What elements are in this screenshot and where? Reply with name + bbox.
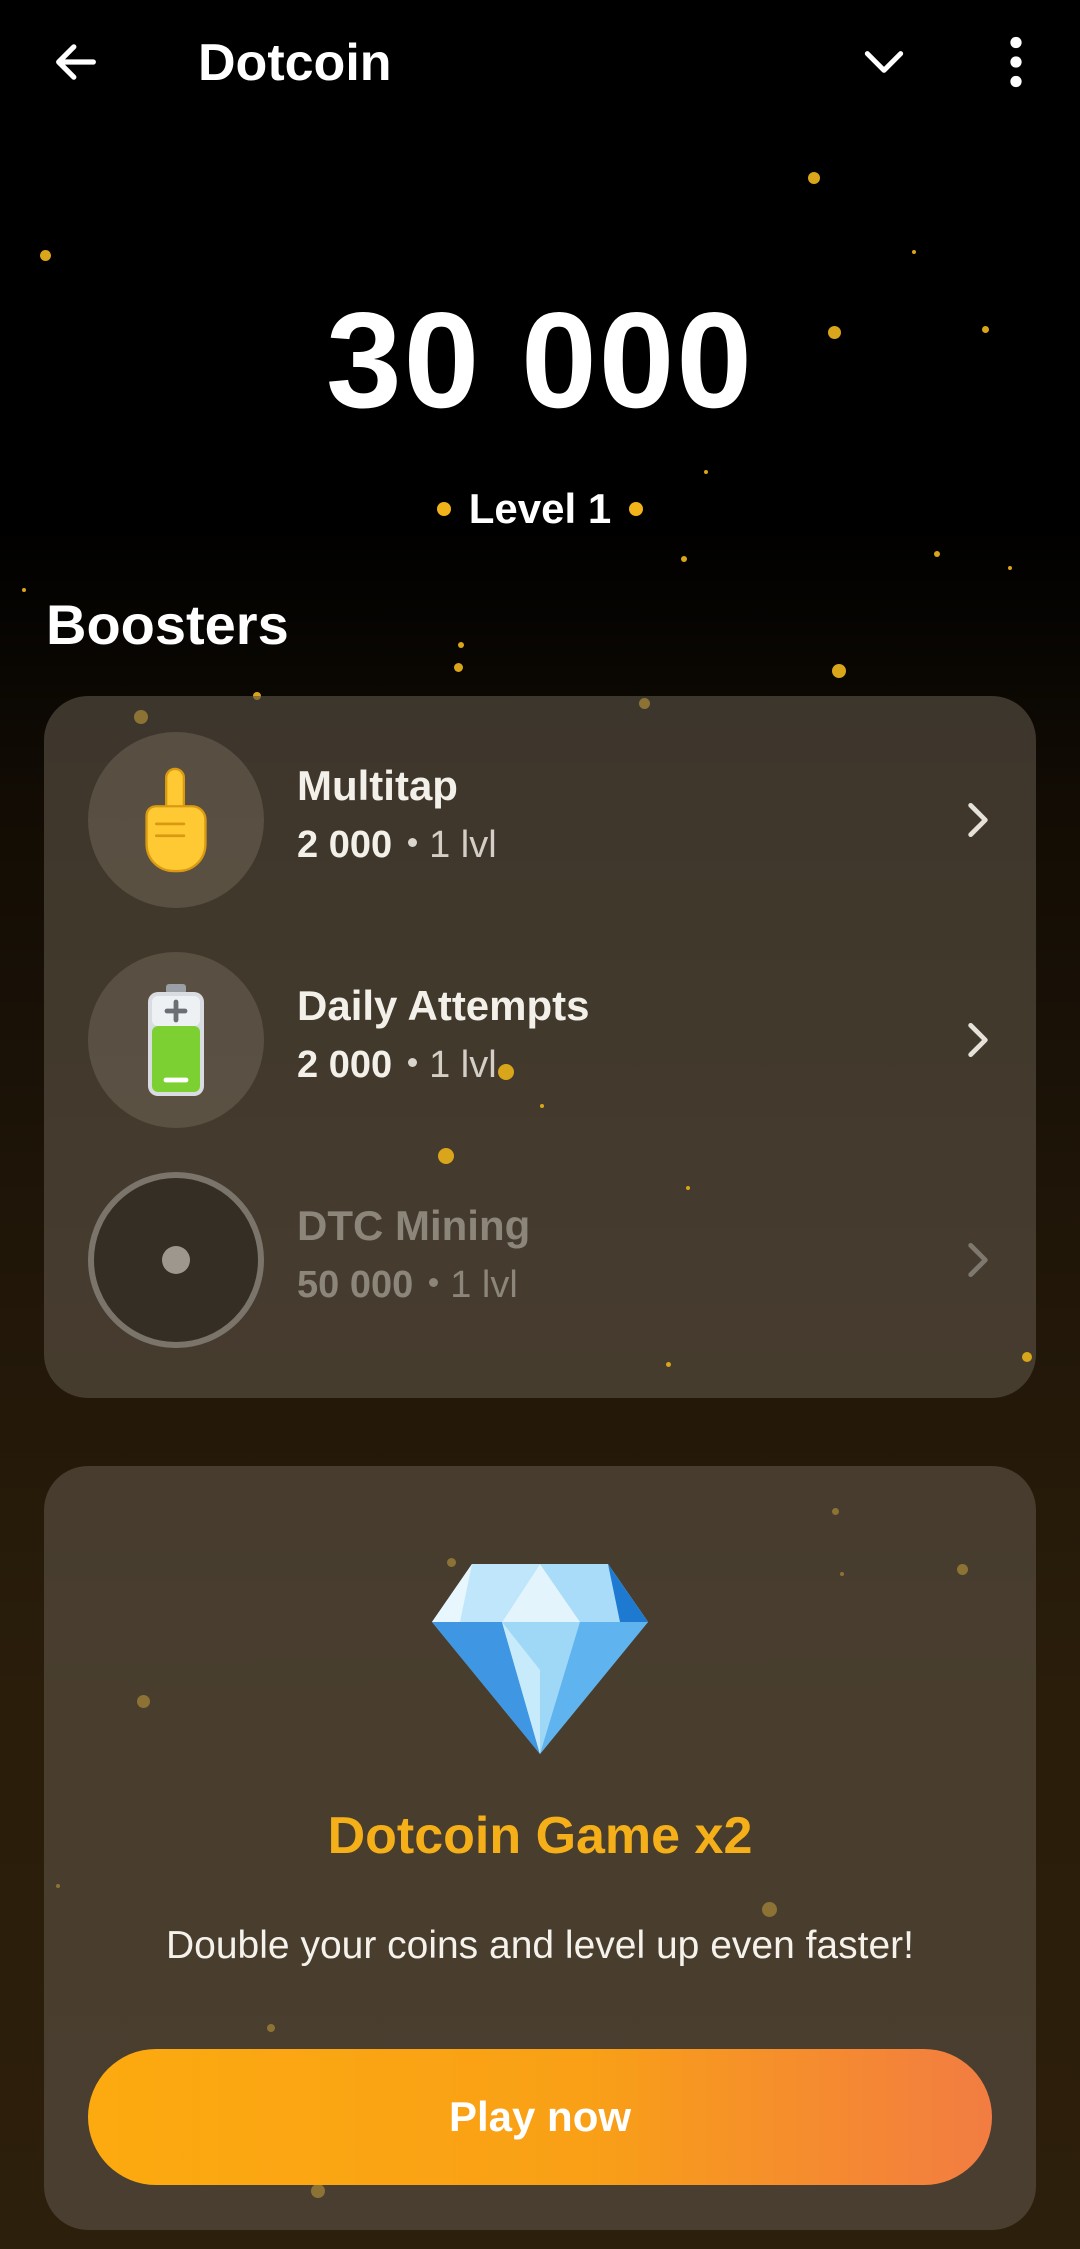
booster-icon-container [88,732,264,908]
promo-title: Dotcoin Game x2 [327,1807,753,1865]
separator-dot [408,838,418,848]
diamond-icon [432,1564,648,1754]
app-title: Dotcoin [198,34,392,92]
booster-level: 1 lvl [429,1044,497,1086]
promo-card: Dotcoin Game x2 Double your coins and le… [44,1466,1036,2230]
promo-description: Double your coins and level up even fast… [166,1924,914,1967]
more-vertical-icon [1010,36,1022,88]
coin-balance: 30 000 [326,284,754,436]
booster-name: DTC Mining [297,1202,531,1249]
booster-icon-container [88,952,264,1128]
chevron-down-icon [864,51,904,73]
booster-multitap[interactable]: Multitap 2 000 1 lvl [44,720,1036,920]
level-dot-right [629,502,644,516]
booster-meta: 2 000 1 lvl [297,1040,497,1090]
booster-level: 1 lvl [450,1264,518,1306]
booster-meta: 2 000 1 lvl [297,820,497,870]
booster-dtc-mining[interactable]: DTC Mining 50 000 1 lvl [44,1160,1036,1360]
booster-price: 2 000 [297,1044,393,1086]
pointing-finger-icon [145,767,207,873]
level-dot-left [436,502,451,516]
booster-daily-attempts[interactable]: Daily Attempts 2 000 1 lvl [44,940,1036,1140]
boosters-card: Multitap 2 000 1 lvl Daily Attempts 2 000… [44,696,1036,1398]
more-options-button[interactable] [980,26,1052,98]
mining-disc-icon [162,1246,190,1274]
level-label: Level 1 [468,485,612,532]
collapse-button[interactable] [848,26,920,98]
arrow-left-icon [56,44,96,80]
chevron-right-icon [968,1242,988,1278]
booster-price: 2 000 [297,824,393,866]
battery-icon [148,984,204,1096]
level-indicator: Level 1 [0,485,1080,533]
separator-dot [429,1278,439,1288]
booster-level: 1 lvl [429,824,497,866]
top-app-bar: Dotcoin [0,0,1080,126]
booster-meta: 50 000 1 lvl [297,1260,518,1310]
boosters-heading: Boosters [46,593,289,656]
booster-icon-container [88,1172,264,1348]
separator-dot [408,1058,418,1068]
play-now-button[interactable]: Play now [88,2049,992,2185]
chevron-right-icon [968,802,988,838]
chevron-right-icon [968,1022,988,1058]
back-button[interactable] [40,26,112,98]
booster-name: Multitap [297,762,458,809]
booster-name: Daily Attempts [297,982,590,1029]
booster-price: 50 000 [297,1264,414,1306]
